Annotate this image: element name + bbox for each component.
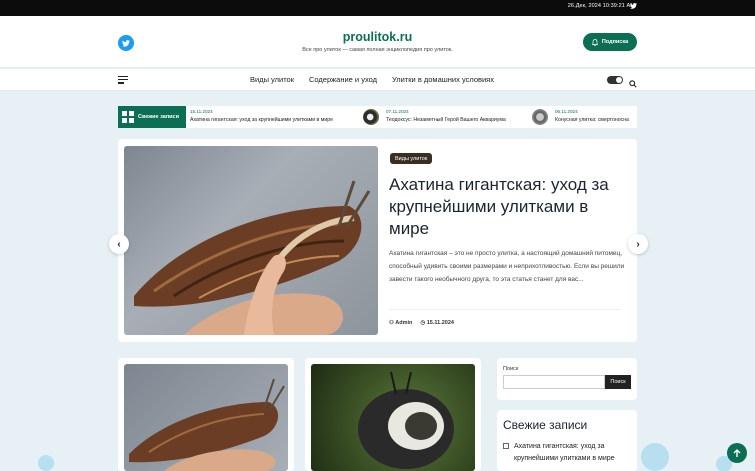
featured-excerpt: Ахатина гигантская – это не просто улитк… (389, 250, 625, 283)
current-datetime: 26.Дек, 2024 10:39:21 AM (567, 3, 635, 9)
ticker-thumbnail[interactable] (363, 109, 379, 125)
site-tagline: Все про улиток — самая полная энциклопед… (302, 47, 453, 53)
nav-item-soderzhanie[interactable]: Содержание и уход (309, 75, 377, 84)
featured-post: Виды улиток Ахатина гигантская: уход за … (118, 139, 637, 342)
chevron-left-icon: ‹ (117, 238, 121, 250)
post-card-image[interactable] (311, 364, 475, 471)
sidebar-recent-widget: Свежие записи Ахатина гигантская: уход з… (497, 410, 637, 471)
dark-mode-toggle[interactable] (607, 76, 623, 84)
post-date: ◷ 15.11.2024 (420, 320, 454, 326)
slider-prev-button[interactable]: ‹ (109, 234, 129, 254)
ticker-item[interactable]: 06.11.2024 Конусная улитка: смертоносна (555, 109, 629, 123)
nav-menu: Виды улиток Содержание и уход Улитки в д… (250, 75, 494, 84)
recent-post-link[interactable]: Ахатина гигантская: уход за крупнейшими … (514, 441, 632, 465)
post-card[interactable] (118, 358, 294, 471)
subscribe-button[interactable]: Подписка (583, 33, 637, 51)
site-logo[interactable]: proulitok.ru (0, 30, 755, 44)
ticker-label: Свежие записи (118, 106, 186, 128)
post-meta: ⚇ Admin ◷ 15.11.2024 (389, 320, 454, 326)
sidebar-search-widget: Поиск Поиск (497, 358, 637, 400)
clock-icon: ◷ (420, 320, 426, 326)
arrow-up-icon (733, 448, 741, 457)
scroll-to-top-button[interactable] (727, 443, 747, 463)
bell-icon (591, 38, 598, 46)
subscribe-label: Подписка (601, 39, 629, 45)
decorative-bubble (641, 443, 669, 471)
ticker-thumbnail[interactable] (532, 109, 548, 125)
search-label: Поиск (503, 366, 519, 372)
search-button[interactable]: Поиск (605, 375, 631, 389)
featured-image[interactable] (124, 146, 378, 335)
chevron-right-icon: › (636, 238, 640, 250)
slider-next-button[interactable]: › (628, 234, 648, 254)
nav-item-doma[interactable]: Улитки в домашних условиях (392, 75, 494, 84)
ticker-item[interactable]: 07.11.2024 Теодоксус: Незаметный Герой В… (386, 109, 506, 123)
post-card-image[interactable] (124, 364, 288, 471)
twitter-icon[interactable] (630, 3, 637, 11)
search-icon[interactable] (629, 75, 637, 88)
decorative-bubble (38, 455, 54, 471)
grid-icon (122, 111, 134, 123)
featured-title[interactable]: Ахатина гигантская: уход за крупнейшими … (389, 174, 629, 240)
document-icon (503, 443, 509, 449)
recent-posts-ticker: Свежие записи 15.11.2024 Ахатина гигантс… (118, 106, 637, 128)
site-header: proulitok.ru Все про улиток — самая полн… (0, 16, 755, 68)
post-card[interactable] (305, 358, 481, 471)
author[interactable]: ⚇ Admin (389, 320, 412, 326)
category-badge[interactable]: Виды улиток (390, 153, 433, 164)
search-input[interactable] (503, 375, 605, 389)
nav-item-vidy-ulitok[interactable]: Виды улиток (250, 75, 294, 84)
ticker-item[interactable]: 15.11.2024 Ахатина гигантская: уход за к… (190, 109, 333, 123)
widget-title: Свежие записи (503, 418, 588, 432)
user-icon: ⚇ (389, 320, 394, 326)
divider (389, 309, 621, 310)
menu-icon[interactable] (118, 76, 128, 84)
main-navigation: Виды улиток Содержание и уход Улитки в д… (0, 69, 755, 91)
top-bar: 26.Дек, 2024 10:39:21 AM (0, 0, 755, 16)
